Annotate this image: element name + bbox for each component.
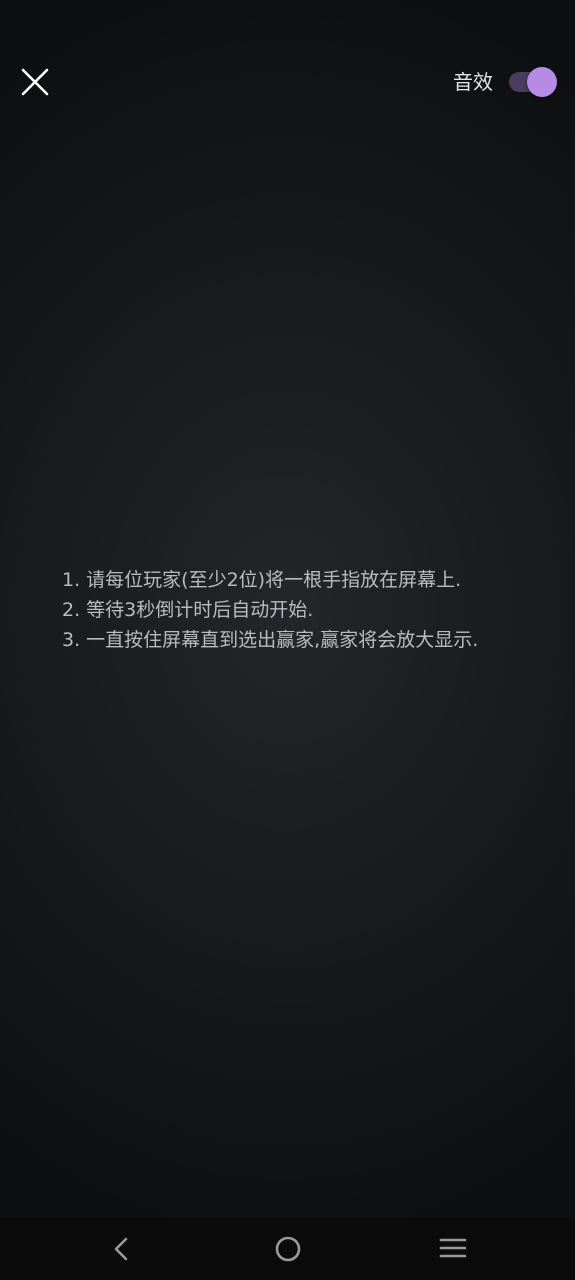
game-screen[interactable]: 音效 1. 请每位玩家(至少2位)将一根手指放在屏幕上. 2. 等待3秒倒计时后… [0,0,575,1218]
sound-toggle[interactable] [507,64,557,100]
menu-button[interactable] [433,1229,473,1269]
close-icon [21,68,49,96]
sound-label: 音效 [453,70,493,94]
instruction-item: 2. 等待3秒倒计时后自动开始. [62,599,314,621]
home-button[interactable] [268,1229,308,1269]
back-button[interactable] [102,1229,142,1269]
sound-setting: 音效 [453,64,557,100]
close-button[interactable] [14,62,56,104]
instruction-item: 3. 一直按住屏幕直到选出赢家,赢家将会放大显示. [62,629,479,651]
toggle-thumb [527,67,557,97]
menu-icon [439,1238,467,1258]
instruction-item: 1. 请每位玩家(至少2位)将一根手指放在屏幕上. [62,569,462,591]
home-icon [275,1236,301,1262]
system-nav-bar [0,1218,575,1280]
instructions-list: 1. 请每位玩家(至少2位)将一根手指放在屏幕上. 2. 等待3秒倒计时后自动开… [62,565,552,655]
back-icon [114,1237,128,1261]
